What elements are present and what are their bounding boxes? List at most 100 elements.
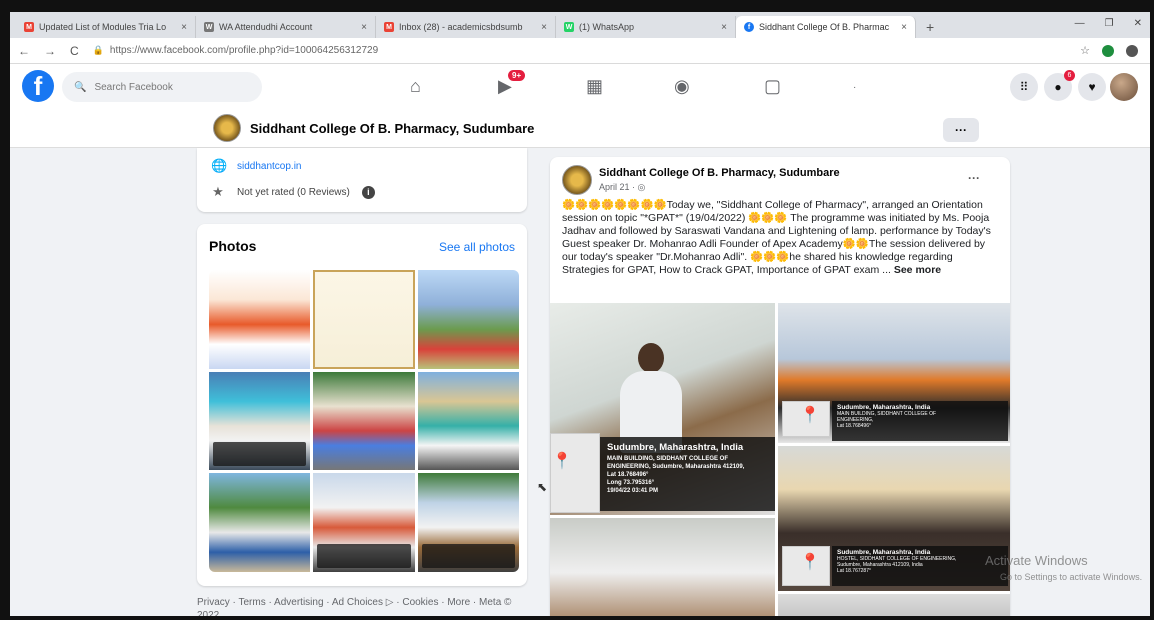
url-text: https://www.facebook.com/profile.php?id=… xyxy=(109,45,379,56)
post-more-button[interactable]: ··· xyxy=(968,171,980,185)
restore-icon[interactable]: ❐ xyxy=(1105,18,1114,29)
photo-thumbnail[interactable] xyxy=(313,473,415,572)
facebook-logo-icon[interactable]: f xyxy=(22,70,54,102)
star-icon[interactable]: ☆ xyxy=(1080,44,1090,57)
geotag-line: Lat 18.767287° xyxy=(837,568,871,574)
post-photo[interactable] xyxy=(550,518,775,616)
site-icon: W xyxy=(204,22,214,32)
url-field[interactable]: 🔒 https://www.facebook.com/profile.php?i… xyxy=(93,45,378,56)
post-author[interactable]: Siddhant College Of B. Pharmacy, Sudumba… xyxy=(599,167,840,179)
close-icon[interactable]: × xyxy=(181,22,187,33)
tab-updated-list[interactable]: M Updated List of Modules Tria Lo × xyxy=(16,16,196,38)
groups-icon[interactable]: ◉ xyxy=(674,76,690,97)
extension-icon[interactable] xyxy=(1102,44,1114,57)
tab-inbox[interactable]: M Inbox (28) - academicsbdsumb × xyxy=(376,16,556,38)
photo-thumbnail[interactable] xyxy=(209,371,311,471)
page-more-button[interactable]: ··· xyxy=(943,118,979,142)
intro-card: 🌐 siddhantcop.in ★ Not yet rated (0 Revi… xyxy=(197,148,527,212)
photo-thumbnail[interactable] xyxy=(209,270,311,369)
map-thumbnail xyxy=(550,433,600,513)
mouse-cursor-icon: ⬉ xyxy=(537,480,548,494)
see-more-link[interactable]: See more xyxy=(894,264,941,276)
geotag-overlay: Sudumbre, Maharashtra, India HOSTEL, SID… xyxy=(832,546,1008,586)
post-photo[interactable]: 📍 Sudumbre, Maharashtra, India MAIN BUIL… xyxy=(778,303,1010,443)
post-card: Siddhant College Of B. Pharmacy, Sudumba… xyxy=(550,157,1010,616)
photo-thumbnail[interactable] xyxy=(313,371,415,471)
windows-watermark: Activate Windows xyxy=(985,553,1088,568)
geotag-title: Sudumbre, Maharashtra, India xyxy=(607,442,744,453)
browser-actions: ☆ xyxy=(1080,44,1138,57)
search-input[interactable]: 🔍 Search Facebook xyxy=(62,72,262,102)
search-placeholder: Search Facebook xyxy=(94,81,173,93)
photo-thumbnail[interactable] xyxy=(313,270,415,369)
home-icon[interactable]: ⌂ xyxy=(410,76,421,97)
close-icon[interactable]: × xyxy=(361,22,367,33)
watch-icon[interactable]: ▶ 9+ xyxy=(498,70,526,97)
gaming-icon[interactable]: ▢ xyxy=(764,76,781,97)
post-photo-grid: 📍 Sudumbre, Maharashtra, India MAIN BUIL… xyxy=(550,303,1010,616)
avatar[interactable] xyxy=(1110,73,1138,101)
tab-account[interactable]: W WA Attendudhi Account × xyxy=(196,16,376,38)
info-icon[interactable]: i xyxy=(361,185,375,199)
star-icon: ★ xyxy=(212,184,224,199)
post-author-avatar[interactable] xyxy=(562,165,592,195)
photos-title: Photos xyxy=(209,238,257,254)
geotag-title: Sudumbre, Maharashtra, India xyxy=(837,549,931,556)
location-pin-icon: 📍 xyxy=(800,407,820,424)
geotag-overlay xyxy=(317,543,411,568)
menu-grid-icon[interactable]: ⠿ xyxy=(1010,73,1038,101)
tab-label: (1) WhatsApp xyxy=(579,22,635,32)
geotag-line: MAIN BUILDING, SIDDHANT COLLEGE OF xyxy=(607,456,728,462)
page-logo[interactable] xyxy=(213,114,241,142)
tab-label: WA Attendudhi Account xyxy=(219,22,313,32)
geotag-line: 19/04/22 03:41 PM xyxy=(607,488,659,494)
reload-icon[interactable]: C xyxy=(70,44,79,58)
rating-row: ★ Not yet rated (0 Reviews) i xyxy=(211,184,375,200)
close-icon[interactable]: × xyxy=(901,22,907,33)
photo-thumbnail[interactable] xyxy=(417,473,519,572)
tab-facebook[interactable]: f Siddhant College Of B. Pharmac × xyxy=(736,16,916,38)
marketplace-icon[interactable]: ▦ xyxy=(586,76,603,97)
photo-grid xyxy=(209,270,519,572)
post-photo[interactable] xyxy=(778,594,1010,616)
notification-badge: 6 xyxy=(1064,70,1075,81)
rating-text: Not yet rated (0 Reviews) xyxy=(237,186,350,198)
back-icon[interactable]: ← xyxy=(18,44,30,58)
footer-links[interactable]: Privacy · Terms · Advertising · Ad Choic… xyxy=(197,596,527,616)
facebook-icon: f xyxy=(744,22,754,32)
profile-icon[interactable] xyxy=(1126,44,1138,57)
screen: M Updated List of Modules Tria Lo × W WA… xyxy=(10,12,1150,616)
geotag-line: Lat 18.768496° xyxy=(837,423,871,429)
website-link[interactable]: siddhantcop.in xyxy=(237,161,302,172)
gmail-icon: M xyxy=(384,22,394,32)
photo-thumbnail[interactable] xyxy=(209,473,311,572)
new-tab-button[interactable]: + xyxy=(916,16,944,38)
page-title[interactable]: Siddhant College Of B. Pharmacy, Sudumba… xyxy=(250,121,534,136)
close-icon[interactable]: × xyxy=(721,22,727,33)
geotag-overlay: Sudumbre, Maharashtra, India MAIN BUILDI… xyxy=(600,437,775,511)
minimize-icon[interactable]: — xyxy=(1075,18,1085,29)
post-photo[interactable]: 📍 Sudumbre, Maharashtra, India HOSTEL, S… xyxy=(778,446,1010,591)
post-text: 🌼🌼🌼🌼🌼🌼🌼🌼Today we, "Siddhant College of P… xyxy=(562,199,992,277)
geotag-line: ENGINEERING, Sudumbre, Maharashtra 41210… xyxy=(607,464,745,470)
search-icon: 🔍 xyxy=(74,81,87,93)
close-icon[interactable]: × xyxy=(541,22,547,33)
tab-whatsapp[interactable]: W (1) WhatsApp × xyxy=(556,16,736,38)
lock-icon: 🔒 xyxy=(92,45,104,55)
location-pin-icon: 📍 xyxy=(552,453,572,470)
messenger-icon[interactable]: ● 6 xyxy=(1044,70,1075,101)
whatsapp-icon: W xyxy=(564,22,574,32)
forward-icon[interactable]: → xyxy=(44,44,56,58)
post-photo[interactable]: 📍 Sudumbre, Maharashtra, India MAIN BUIL… xyxy=(550,303,775,515)
see-all-photos-link[interactable]: See all photos xyxy=(439,240,515,254)
geotag-overlay xyxy=(421,543,515,568)
photo-thumbnail[interactable] xyxy=(417,371,519,471)
tab-label: Siddhant College Of B. Pharmac xyxy=(759,22,890,32)
close-window-icon[interactable]: ✕ xyxy=(1134,18,1142,29)
geotag-overlay: Sudumbre, Maharashtra, India MAIN BUILDI… xyxy=(832,401,1008,441)
post-date[interactable]: April 21 · ◎ xyxy=(599,182,645,193)
window-controls: — ❐ ✕ xyxy=(1075,18,1142,29)
geotag-title: Sudumbre, Maharashtra, India xyxy=(837,404,931,411)
photo-thumbnail[interactable] xyxy=(417,270,519,369)
notifications-icon[interactable]: ♥ xyxy=(1078,73,1106,101)
